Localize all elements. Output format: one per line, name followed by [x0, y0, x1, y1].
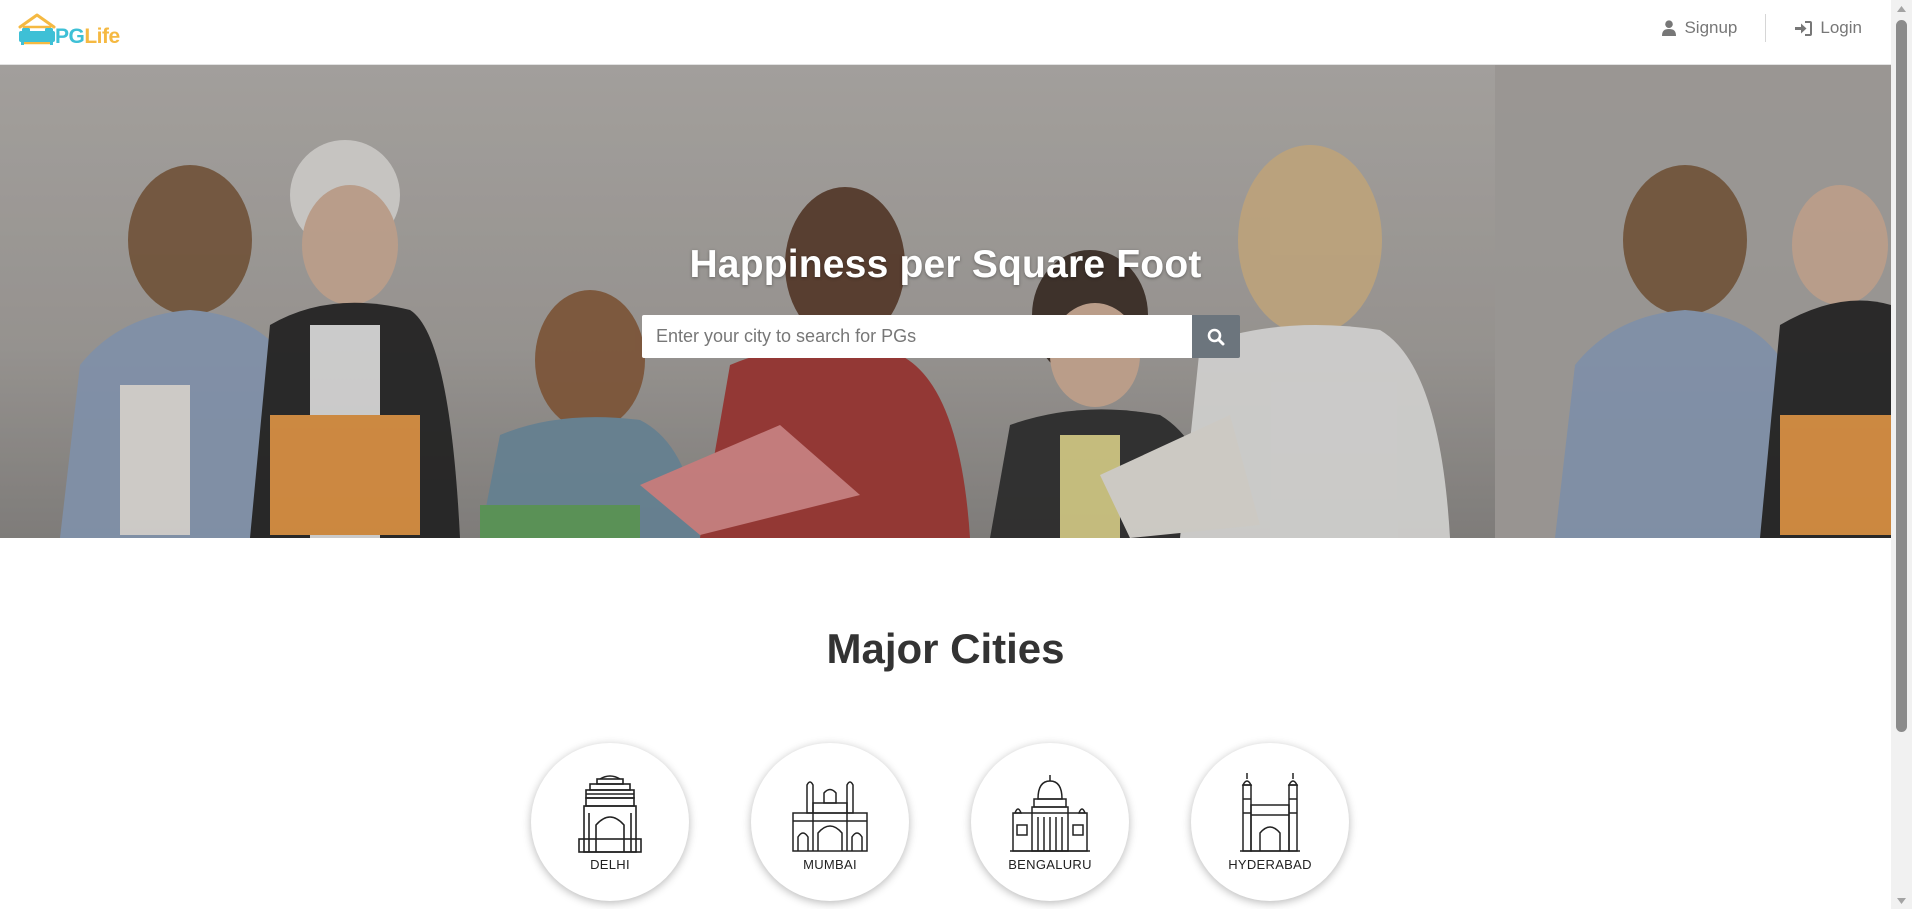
charminar-icon — [1240, 773, 1300, 852]
nav-links: Signup Login — [1659, 14, 1865, 42]
signup-link[interactable]: Signup — [1659, 18, 1740, 38]
page: PGLife Signup Login Happiness per Square… — [0, 0, 1912, 909]
brand-logo[interactable]: PGLife — [18, 12, 128, 52]
scroll-up-arrow-icon[interactable] — [1891, 0, 1912, 17]
scroll-down-arrow-icon[interactable] — [1891, 892, 1912, 909]
nav-divider — [1765, 14, 1767, 42]
city-card-mumbai[interactable]: MUMBAI — [751, 743, 909, 901]
city-card-delhi[interactable]: DELHI — [531, 743, 689, 901]
gateway-of-india-icon — [792, 781, 868, 852]
search-icon — [1207, 328, 1225, 345]
india-gate-icon — [578, 775, 642, 853]
house-logo-icon — [18, 13, 56, 45]
signup-label: Signup — [1684, 18, 1738, 37]
login-label: Login — [1820, 18, 1862, 37]
brand-name: PGLife — [55, 25, 120, 48]
major-cities-heading: Major Cities — [826, 625, 1065, 672]
city-name-bengaluru: BENGALURU — [1008, 857, 1092, 872]
hero-content: Happiness per Square Foot — [0, 65, 1891, 538]
hero-title: Happiness per Square Foot — [689, 243, 1202, 286]
page-scrollbar[interactable] — [1891, 0, 1912, 909]
user-icon — [1662, 20, 1677, 36]
city-list: DELHI MUMBAI BENGALURU HYDERABAD — [531, 743, 1351, 903]
sign-in-icon — [1795, 20, 1813, 36]
search-button[interactable] — [1192, 315, 1240, 358]
city-name-delhi: DELHI — [590, 857, 630, 872]
city-name-mumbai: MUMBAI — [803, 857, 857, 872]
city-card-hyderabad[interactable]: HYDERABAD — [1191, 743, 1349, 901]
scrollbar-thumb[interactable] — [1896, 20, 1907, 732]
hero-banner: Happiness per Square Foot — [0, 65, 1891, 538]
city-search-form — [642, 315, 1240, 358]
city-name-hyderabad: HYDERABAD — [1228, 857, 1312, 872]
vidhana-soudha-icon — [1010, 775, 1090, 852]
login-link[interactable]: Login — [1792, 18, 1865, 38]
navbar: PGLife Signup Login — [0, 0, 1891, 65]
city-card-bengaluru[interactable]: BENGALURU — [971, 743, 1129, 901]
city-search-input[interactable] — [642, 315, 1192, 358]
